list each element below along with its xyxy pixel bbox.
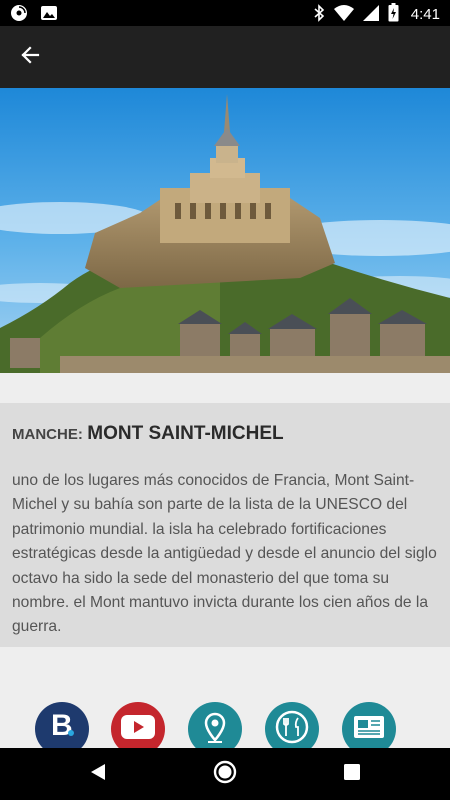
back-triangle-icon [89, 762, 107, 786]
home-circle-icon [213, 760, 237, 788]
recents-square-icon [343, 763, 361, 785]
status-bar: 4:41 [0, 0, 450, 26]
nav-recents-button[interactable] [340, 762, 364, 786]
nav-home-button[interactable] [213, 760, 237, 788]
map-pin-icon [204, 712, 226, 748]
nav-back-button[interactable] [86, 762, 110, 786]
place-card: MANCHE: MONT SAINT-MICHEL uno de los lug… [0, 403, 450, 647]
place-title: MANCHE: MONT SAINT-MICHEL [12, 423, 438, 445]
newspaper-icon [352, 714, 386, 746]
battery-charging-icon [388, 3, 399, 26]
back-button[interactable] [12, 39, 48, 75]
wifi-icon [333, 4, 354, 25]
bluetooth-icon [313, 3, 325, 26]
hero-image [0, 88, 450, 373]
arrow-left-icon [20, 45, 40, 69]
svg-text:B: B [51, 709, 73, 741]
image-notification-icon [40, 4, 58, 26]
booking-icon: B [49, 709, 75, 745]
app-bar [0, 26, 450, 88]
cell-signal-icon [362, 4, 379, 25]
status-left-icons [10, 4, 58, 26]
status-right-icons: 4:41 [313, 3, 440, 26]
place-region: MANCHE: [12, 426, 83, 443]
place-description: uno de los lugares más conocidos de Fran… [12, 472, 437, 636]
status-time: 4:41 [410, 6, 440, 23]
place-name: MONT SAINT-MICHEL [87, 423, 284, 444]
music-app-icon [10, 4, 28, 26]
youtube-icon [121, 715, 155, 743]
navigation-bar [0, 748, 450, 800]
mont-saint-michel-photo [0, 88, 450, 373]
action-buttons: B [0, 702, 450, 756]
restaurant-icon [275, 710, 309, 748]
